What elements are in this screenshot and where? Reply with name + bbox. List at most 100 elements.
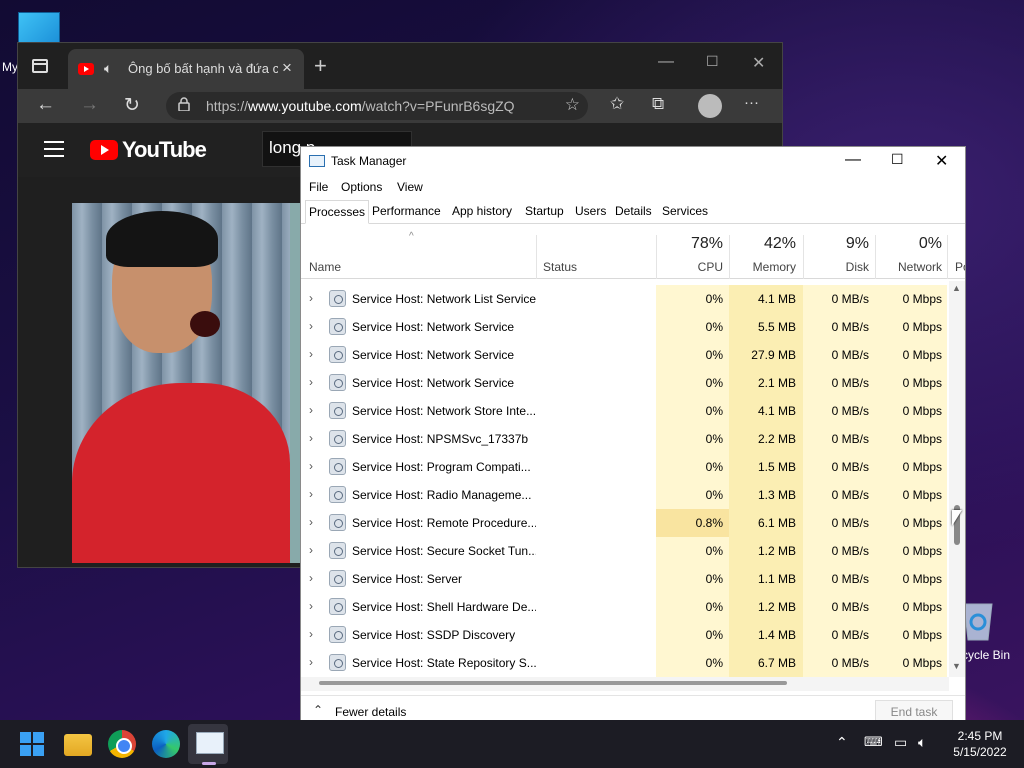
expand-chevron-icon[interactable]: › <box>309 515 313 529</box>
network-label: Network <box>897 260 942 274</box>
table-row[interactable]: › Service Host: Radio Manageme... 0% 1.3 MB… <box>301 481 949 509</box>
youtube-logo-icon[interactable] <box>90 140 118 160</box>
scroll-down-icon[interactable]: ▼ <box>952 661 961 671</box>
process-cpu: 0% <box>705 600 723 614</box>
menu-options[interactable]: Options <box>341 180 382 194</box>
process-disk: 0 MB/s <box>831 320 869 334</box>
close-tab-icon[interactable]: × <box>282 58 292 78</box>
expand-chevron-icon[interactable]: › <box>309 403 313 417</box>
table-row[interactable]: › Service Host: Server 0% 1.1 MB 0 MB/s 0 Mbp… <box>301 565 949 593</box>
table-row[interactable]: › Service Host: Network Service 0% 2.1 MB 0 … <box>301 369 949 397</box>
process-cpu: 0% <box>705 460 723 474</box>
column-power[interactable]: Po <box>955 260 965 274</box>
tab-actions-icon[interactable] <box>32 59 48 73</box>
task-manager-taskbar-icon[interactable] <box>196 732 224 754</box>
expand-chevron-icon[interactable]: › <box>309 655 313 669</box>
end-task-button[interactable]: End task <box>875 700 953 721</box>
maximize-icon[interactable]: ☐ <box>706 53 719 70</box>
expand-chevron-icon[interactable]: › <box>309 347 313 361</box>
expand-chevron-icon[interactable]: › <box>309 459 313 473</box>
lock-icon[interactable] <box>178 97 190 111</box>
youtube-logo[interactable]: YouTube <box>122 137 207 163</box>
tab-performance[interactable]: Performance <box>369 203 444 219</box>
expand-chevron-icon[interactable]: › <box>309 487 313 501</box>
favorites-icon[interactable]: ✩ <box>610 94 624 114</box>
start-button[interactable] <box>20 732 44 756</box>
column-network[interactable]: 0% Network <box>877 225 942 279</box>
column-disk[interactable]: 9% Disk <box>805 225 869 279</box>
expand-chevron-icon[interactable]: › <box>309 291 313 305</box>
tab-users[interactable]: Users <box>572 203 609 219</box>
tab-services[interactable]: Services <box>659 203 711 219</box>
close-window-icon[interactable]: ✕ <box>752 53 765 73</box>
desktop-icon-label[interactable]: My <box>2 60 18 74</box>
table-row[interactable]: › Service Host: SSDP Discovery 0% 1.4 MB 0 M… <box>301 621 949 649</box>
minimize-icon[interactable]: — <box>845 151 861 169</box>
table-row[interactable]: › Service Host: Program Compati... 0% 1.5 M… <box>301 453 949 481</box>
tab-app-history[interactable]: App history <box>449 203 515 219</box>
chevron-up-icon[interactable]: ⌃ <box>313 703 323 717</box>
video-player[interactable] <box>72 203 290 563</box>
menu-file[interactable]: File <box>309 180 328 194</box>
table-row[interactable]: › Service Host: State Repository S... 0% 6.… <box>301 649 949 677</box>
menu-icon[interactable] <box>44 141 64 157</box>
expand-chevron-icon[interactable]: › <box>309 319 313 333</box>
speaker-icon[interactable]: 🔈︎ <box>104 60 112 77</box>
process-name: Service Host: State Repository S... <box>352 656 536 670</box>
table-row[interactable]: › Service Host: NPSMSvc_17337b 0% 2.2 MB 0 M… <box>301 425 949 453</box>
column-name[interactable]: Name <box>309 260 341 274</box>
tab-details[interactable]: Details <box>612 203 655 219</box>
minimize-icon[interactable]: — <box>658 53 674 71</box>
table-row[interactable]: › Service Host: Network Service 0% 5.5 MB 0 … <box>301 313 949 341</box>
expand-chevron-icon[interactable]: › <box>309 543 313 557</box>
recycle-bin-label[interactable]: cycle Bin <box>962 648 1010 662</box>
clock-time: 2:45 PM <box>957 729 1003 743</box>
collections-icon[interactable]: ⧉ <box>652 94 664 114</box>
back-icon[interactable]: ← <box>36 94 55 116</box>
add-favorite-icon[interactable]: ☆ <box>565 95 580 115</box>
show-hidden-icons-icon[interactable]: ⌃ <box>836 734 848 751</box>
expand-chevron-icon[interactable]: › <box>309 627 313 641</box>
horizontal-scroll-thumb[interactable] <box>319 681 787 685</box>
chrome-icon[interactable] <box>108 730 136 758</box>
file-explorer-icon[interactable] <box>64 734 92 756</box>
keyboard-icon[interactable]: ⌨ <box>864 734 883 750</box>
volume-icon[interactable]: 🔈︎ <box>918 734 926 751</box>
table-row[interactable]: › Service Host: Shell Hardware De... 0% 1.2… <box>301 593 949 621</box>
close-window-icon[interactable]: ✕ <box>935 151 948 171</box>
network-icon[interactable]: ▭ <box>894 734 907 751</box>
refresh-icon[interactable]: ↻ <box>124 94 140 117</box>
table-row[interactable]: › Service Host: Network Service 0% 27.9 MB 0… <box>301 341 949 369</box>
column-memory[interactable]: 42% Memory <box>731 225 796 279</box>
browser-tab-youtube[interactable]: 🔈︎ Ông bố bất hạnh và đứa co × <box>68 49 304 89</box>
expand-chevron-icon[interactable]: › <box>309 375 313 389</box>
process-network: 0 Mbps <box>902 376 942 390</box>
address-bar[interactable]: https://www.youtube.com/watch?v=PFunrB6s… <box>166 92 588 120</box>
more-options-icon[interactable]: ··· <box>744 94 759 111</box>
menu-view[interactable]: View <box>397 180 423 194</box>
edge-icon[interactable] <box>152 730 180 758</box>
profile-avatar[interactable] <box>698 94 722 118</box>
horizontal-scrollbar[interactable] <box>301 677 949 691</box>
vertical-scrollbar[interactable]: ▲ ▼ <box>949 281 965 677</box>
clock[interactable]: 2:45 PM 5/15/2022 <box>940 728 1020 760</box>
table-row[interactable]: › Service Host: Network Store Inte... 0% 4.… <box>301 397 949 425</box>
new-tab-icon[interactable]: + <box>314 53 327 79</box>
tab-startup[interactable]: Startup <box>522 203 567 219</box>
tab-processes[interactable]: Processes <box>305 200 370 224</box>
scroll-up-icon[interactable]: ▲ <box>952 283 961 293</box>
clock-date: 5/15/2022 <box>953 745 1007 759</box>
expand-chevron-icon[interactable]: › <box>309 599 313 613</box>
maximize-icon[interactable]: ☐ <box>891 151 904 168</box>
table-row[interactable]: › Service Host: Network List Service 0% 4.1… <box>301 285 949 313</box>
fewer-details-link[interactable]: Fewer details <box>335 705 406 719</box>
forward-icon[interactable]: → <box>80 94 99 116</box>
column-status[interactable]: Status <box>543 260 577 274</box>
column-cpu[interactable]: 78% CPU <box>657 225 723 279</box>
expand-chevron-icon[interactable]: › <box>309 571 313 585</box>
expand-chevron-icon[interactable]: › <box>309 431 313 445</box>
process-cpu: 0% <box>705 376 723 390</box>
table-row[interactable]: › Service Host: Secure Socket Tun... 0% 1.2… <box>301 537 949 565</box>
desktop-folder-icon[interactable] <box>18 12 60 46</box>
table-row[interactable]: › Service Host: Remote Procedure... 0.8% 6.… <box>301 509 949 537</box>
